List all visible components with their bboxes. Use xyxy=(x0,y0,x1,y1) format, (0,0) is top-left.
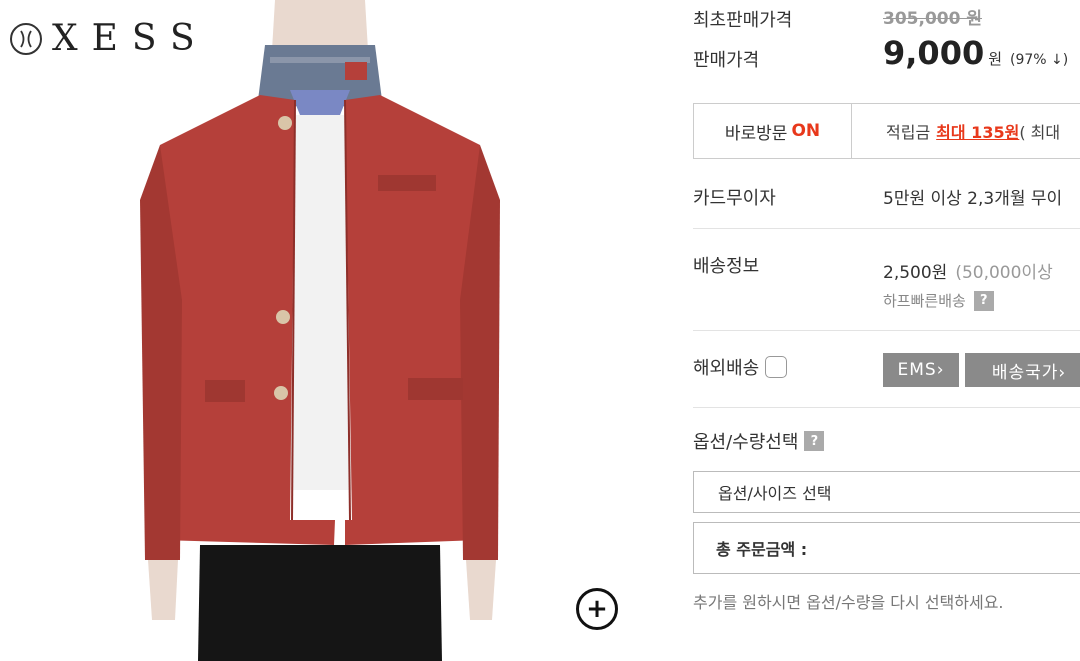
help-icon[interactable]: ? xyxy=(973,290,994,311)
points-max-link[interactable]: 최대 135원 xyxy=(936,123,1019,142)
direct-visit[interactable]: 바로방문 ON xyxy=(694,104,852,158)
divider xyxy=(693,330,1080,331)
sale-price-unit: 원 xyxy=(988,50,1003,68)
direct-visit-status: ON xyxy=(791,121,821,141)
product-image-area: XESS + xyxy=(0,0,640,661)
total-amount-label: 총 주문금액 : xyxy=(716,540,808,559)
direct-visit-label: 바로방문 xyxy=(724,123,788,144)
sale-price: 9,000 원 (97% ↓) xyxy=(883,34,1068,72)
ems-button[interactable]: EMS› xyxy=(883,353,959,387)
shipping-note: (50,000이상 xyxy=(955,263,1053,283)
overseas-label: 해외배송 xyxy=(693,358,760,379)
original-price-value: 305,000 원 xyxy=(883,9,982,29)
zoom-plus-icon[interactable]: + xyxy=(576,588,618,630)
option-size-select[interactable]: 옵션/사이즈 선택 xyxy=(693,471,1080,513)
points-suffix: ( 최대 xyxy=(1019,123,1061,142)
options-row: 옵션/수량선택 ? xyxy=(693,428,825,454)
ship-country-button[interactable]: 배송국가› xyxy=(965,353,1080,387)
original-price-label: 최초판매가격 xyxy=(693,10,793,31)
divider xyxy=(693,228,1080,229)
product-info-panel: 최초판매가격 305,000 원 판매가격 9,000 원 (97% ↓) 바로… xyxy=(693,0,1080,661)
shipping-price: 2,500원 (50,000이상 xyxy=(883,258,1053,283)
sale-price-label: 판매가격 xyxy=(693,50,760,71)
xess-emblem-icon xyxy=(10,22,42,55)
card-value: 5만원 이상 2,3개월 무이 xyxy=(883,189,1063,209)
options-label: 옵션/수량선택 xyxy=(693,432,799,453)
visit-box: 바로방문 ON 적립금 최대 135원( 최대 xyxy=(693,103,1080,159)
points-info: 적립금 최대 135원( 최대 xyxy=(852,119,1060,143)
overseas-row: 해외배송 xyxy=(693,354,788,380)
divider xyxy=(693,407,1080,408)
card-label: 카드무이자 xyxy=(693,188,776,209)
shipping-label: 배송정보 xyxy=(693,256,760,277)
shipping-method: 하프빠른배송 xyxy=(883,292,966,310)
shipping-sub: 하프빠른배송 ? xyxy=(883,290,994,311)
points-label: 적립금 xyxy=(886,123,931,142)
help-icon[interactable]: ? xyxy=(804,431,825,451)
overseas-checkbox[interactable] xyxy=(765,356,788,378)
option-hint: 추가를 원하시면 옵션/수량을 다시 선택하세요. xyxy=(693,593,1004,612)
shipping-price-value: 2,500원 xyxy=(883,263,948,283)
discount-rate: (97% ↓) xyxy=(1010,52,1069,68)
total-amount: 총 주문금액 : xyxy=(693,522,1080,574)
sale-price-value: 9,000 xyxy=(883,34,985,72)
product-photo[interactable] xyxy=(120,0,520,661)
